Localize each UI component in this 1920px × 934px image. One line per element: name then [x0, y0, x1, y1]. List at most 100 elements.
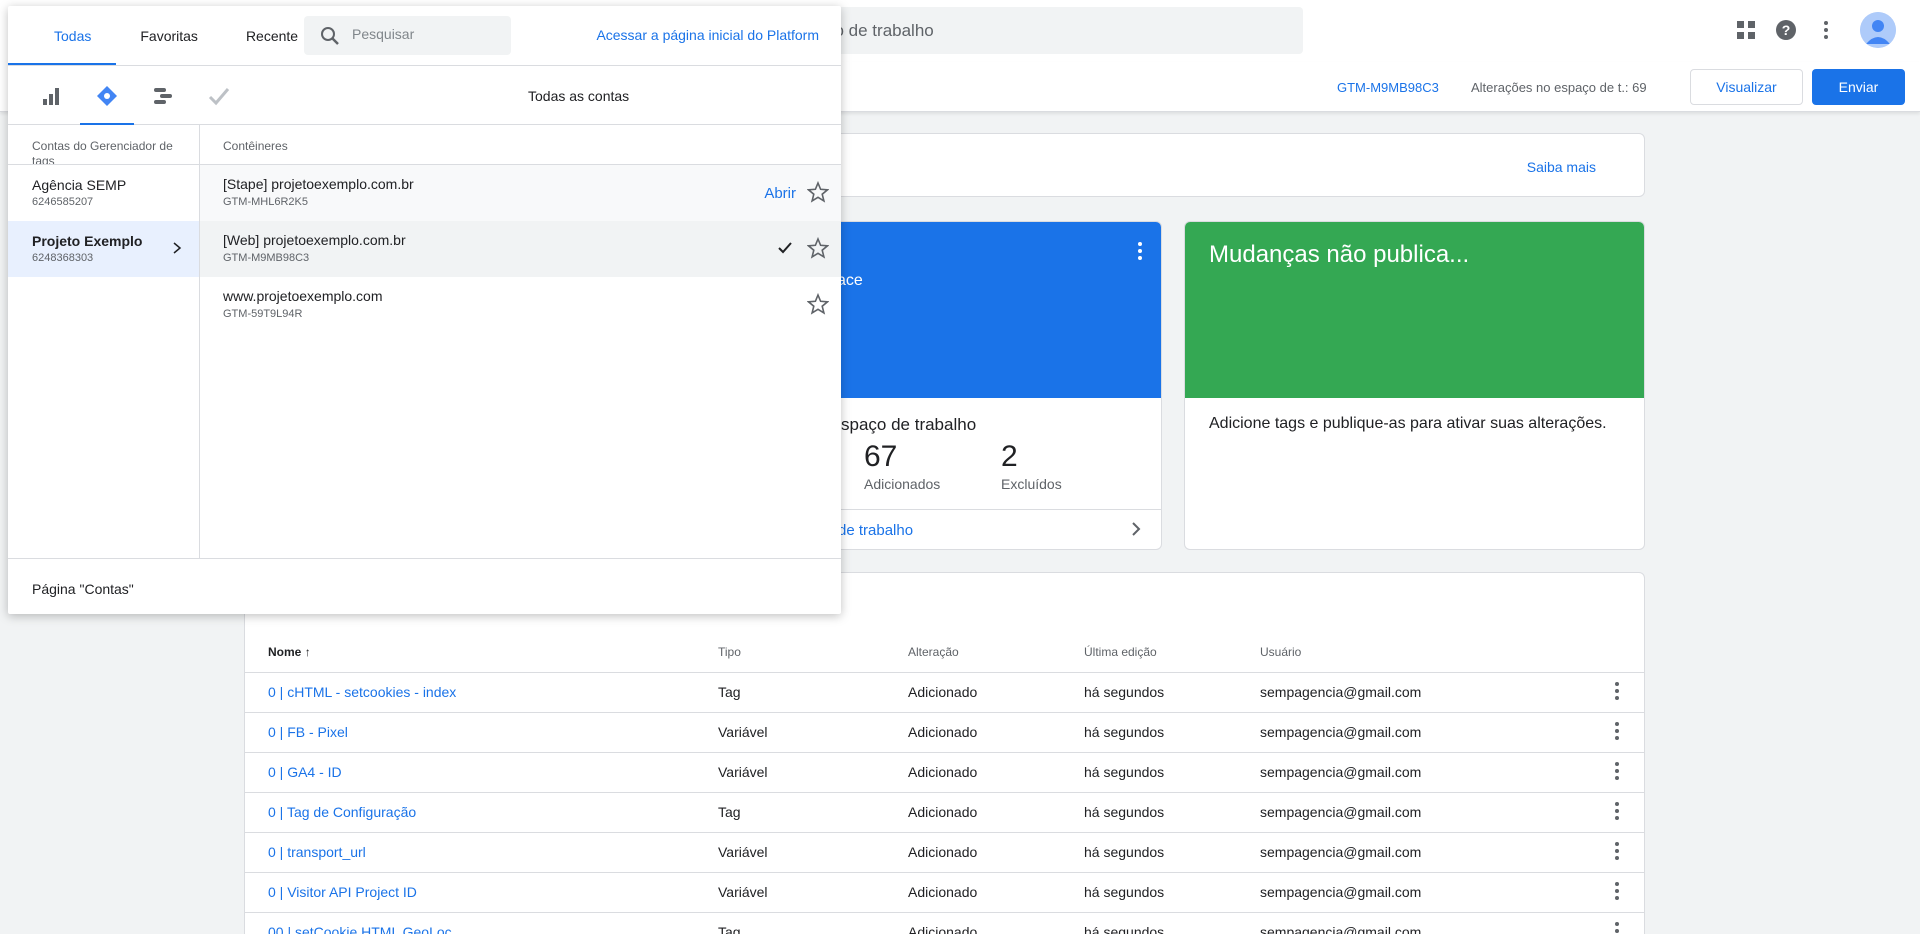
more-vert-icon[interactable]: [1590, 752, 1644, 793]
picker-search[interactable]: [304, 16, 511, 55]
more-vert-icon[interactable]: [1137, 242, 1143, 265]
container-item[interactable]: [Stape] projetoexemplo.com.br GTM-MHL6R2…: [200, 165, 841, 221]
star-icon[interactable]: [806, 292, 830, 320]
row-user: sempagencia@gmail.com: [1260, 712, 1590, 753]
accounts-header: Contas do Gerenciador de tags: [8, 125, 199, 165]
workspace-search[interactable]: ço de trabalho: [800, 7, 1303, 54]
more-vert-icon[interactable]: [1590, 672, 1644, 713]
submit-button[interactable]: Enviar: [1812, 69, 1905, 105]
analytics-icon[interactable]: [24, 66, 78, 125]
column-header-last-edit[interactable]: Última edição: [1084, 632, 1260, 673]
workspace-changes-table: Nome ↑ Tipo Alteração Última edição Usuá…: [245, 632, 1644, 934]
more-vert-icon[interactable]: [1814, 18, 1838, 42]
optimize-icon[interactable]: [136, 66, 190, 125]
picker-search-input[interactable]: [352, 26, 502, 42]
row-change: Adicionado: [908, 672, 1084, 713]
added-label: Adicionados: [864, 476, 941, 492]
table-row[interactable]: 0 | GA4 - ID Variável Adicionado há segundo…: [245, 752, 1644, 793]
deleted-count: 2: [1001, 440, 1018, 473]
preview-button[interactable]: Visualizar: [1690, 69, 1803, 105]
row-name-link[interactable]: 0 | Tag de Configuração: [245, 792, 718, 833]
column-header-type[interactable]: Tipo: [718, 632, 908, 673]
star-icon[interactable]: [806, 180, 830, 208]
more-vert-icon[interactable]: [1590, 912, 1644, 934]
row-name-link[interactable]: 0 | Visitor API Project ID: [245, 872, 718, 913]
more-vert-icon[interactable]: [1590, 712, 1644, 753]
table-row[interactable]: 00 | setCookie HTML GeoLoc Tag Adicionado h…: [245, 912, 1644, 934]
container-item[interactable]: www.projetoexemplo.com GTM-59T9L94R: [200, 277, 841, 333]
help-icon[interactable]: ?: [1774, 18, 1798, 42]
chevron-right-icon: [1127, 520, 1145, 543]
container-name: [Stape] projetoexemplo.com.br: [223, 176, 414, 192]
table-row[interactable]: 0 | transport_url Variável Adicionado há se…: [245, 832, 1644, 873]
row-user: sempagencia@gmail.com: [1260, 832, 1590, 873]
column-header-name[interactable]: Nome ↑: [245, 632, 718, 673]
row-type: Tag: [718, 792, 908, 833]
unpublished-changes-card: Mudanças não publica... Adicione tags e …: [1184, 221, 1645, 550]
star-icon[interactable]: [806, 236, 830, 264]
account-item[interactable]: Agência SEMP 6246585207: [8, 165, 199, 221]
row-name-link[interactable]: 00 | setCookie HTML GeoLoc: [245, 912, 718, 934]
account-avatar[interactable]: [1860, 12, 1896, 48]
container-id-link[interactable]: GTM-M9MB98C3: [1337, 80, 1439, 95]
column-header-user[interactable]: Usuário: [1260, 632, 1590, 673]
row-user: sempagencia@gmail.com: [1260, 912, 1590, 934]
account-id: 6248368303: [32, 252, 94, 264]
row-change: Adicionado: [908, 752, 1084, 793]
check-icon: [777, 240, 793, 261]
row-type: Variável: [718, 752, 908, 793]
apps-icon[interactable]: [1734, 18, 1758, 42]
tab-all[interactable]: Todas: [8, 6, 117, 65]
row-type: Tag: [718, 672, 908, 713]
row-name-link[interactable]: 0 | GA4 - ID: [245, 752, 718, 793]
svg-text:?: ?: [1782, 22, 1791, 38]
row-type: Variável: [718, 832, 908, 873]
workspace-changes-table-card: Nome ↑ Tipo Alteração Última edição Usuá…: [244, 572, 1645, 934]
more-vert-icon[interactable]: [1590, 872, 1644, 913]
table-header-row: Nome ↑ Tipo Alteração Última edição Usuá…: [245, 632, 1644, 673]
sort-arrow-up-icon: ↑: [304, 644, 311, 659]
row-user: sempagencia@gmail.com: [1260, 792, 1590, 833]
open-container-link[interactable]: Abrir: [764, 185, 796, 202]
row-type: Tag: [718, 912, 908, 934]
row-change: Adicionado: [908, 912, 1084, 934]
row-name-link[interactable]: 0 | FB - Pixel: [245, 712, 718, 753]
chevron-right-icon: [171, 241, 183, 260]
platform-home-link[interactable]: Acessar a página inicial do Platform: [596, 27, 819, 43]
tab-favorites[interactable]: Favoritas: [116, 6, 222, 65]
search-icon: [320, 26, 340, 51]
row-name-link[interactable]: 0 | transport_url: [245, 832, 718, 873]
container-item-selected[interactable]: [Web] projetoexemplo.com.br GTM-M9MB98C3: [200, 221, 841, 277]
row-last-edit: há segundos: [1084, 792, 1260, 833]
account-name: Projeto Exemplo: [32, 233, 143, 249]
manage-workspace-link[interactable]: de trabalho: [838, 522, 913, 539]
unpublished-card-body: Adicione tags e publique-as para ativar …: [1209, 415, 1607, 432]
more-vert-icon[interactable]: [1590, 832, 1644, 873]
learn-more-link[interactable]: Saiba mais: [1527, 159, 1596, 175]
table-row[interactable]: 0 | Tag de Configuração Tag Adicionado há s…: [245, 792, 1644, 833]
accounts-page-link[interactable]: Página "Contas": [32, 581, 134, 597]
workspace-changes-count: Alterações no espaço de t.: 69: [1471, 80, 1647, 95]
checkmark-icon[interactable]: [192, 66, 246, 125]
table-row[interactable]: 0 | cHTML - setcookies - index Tag Adicion…: [245, 672, 1644, 713]
row-type: Variável: [718, 712, 908, 753]
workspace-changes-label: spaço de trabalho: [841, 415, 977, 434]
all-accounts-label: Todas as contas: [528, 88, 630, 104]
container-name: www.projetoexemplo.com: [223, 288, 383, 304]
row-last-edit: há segundos: [1084, 712, 1260, 753]
row-user: sempagencia@gmail.com: [1260, 872, 1590, 913]
container-picker: Todas Favoritas Recente Acessar a página…: [8, 6, 841, 614]
column-header-change[interactable]: Alteração: [908, 632, 1084, 673]
container-name: [Web] projetoexemplo.com.br: [223, 232, 406, 248]
table-row[interactable]: 0 | FB - Pixel Variável Adicionado há segun…: [245, 712, 1644, 753]
row-change: Adicionado: [908, 792, 1084, 833]
container-id: GTM-M9MB98C3: [223, 252, 310, 264]
account-item-selected[interactable]: Projeto Exemplo 6248368303: [8, 221, 199, 277]
row-name-link[interactable]: 0 | cHTML - setcookies - index: [245, 672, 718, 713]
container-id: GTM-MHL6R2K5: [223, 196, 308, 208]
workspace-search-text: ço de trabalho: [826, 21, 934, 40]
table-row[interactable]: 0 | Visitor API Project ID Variável Adicio…: [245, 872, 1644, 913]
tag-manager-icon[interactable]: [80, 66, 134, 125]
container-id: GTM-59T9L94R: [223, 308, 303, 320]
more-vert-icon[interactable]: [1590, 792, 1644, 833]
